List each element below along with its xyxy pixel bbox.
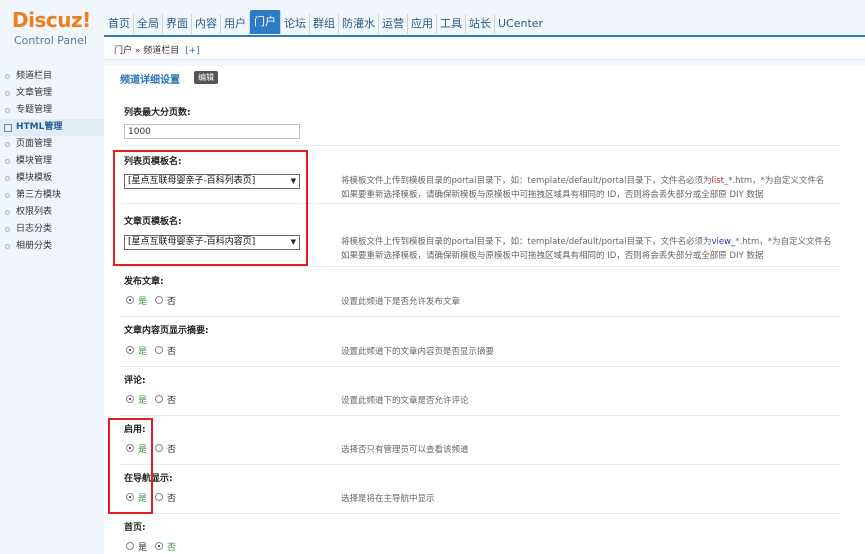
sidebar-item-topics[interactable]: 专题管理 [0,102,104,119]
divider [120,266,840,267]
radio-no[interactable] [155,493,164,501]
nav-tools[interactable]: 工具 [437,14,466,34]
header: Discuz! Control Panel 首页 全局 界面 内容 用户 门户 … [0,0,865,66]
sidebar-item-label: 页面管理 [16,139,53,149]
radio-no[interactable] [155,542,164,550]
nav-group[interactable]: 群组 [310,14,339,34]
radio-no[interactable] [155,296,164,304]
radio-yes[interactable] [126,346,134,354]
sidebar-item-html[interactable]: HTML管理 [0,119,104,136]
nav-forum[interactable]: 论坛 [281,14,310,34]
bullet-icon [5,159,10,164]
divider [120,415,840,416]
radio-yes[interactable] [126,542,134,550]
setting-tip: 设置此频道下的文章内容页是否显示摘要 [341,347,495,357]
sidebar-item-pages[interactable]: 页面管理 [0,136,104,153]
bullet-icon [5,91,10,96]
bullet-icon [5,74,10,79]
breadcrumb-add-link[interactable]: [+] [185,46,200,56]
nav-global[interactable]: 全局 [134,14,163,34]
setting-tip: 选择否只有管理员可以查看该频道 [341,445,469,455]
breadcrumb-path[interactable]: 门户 » 频道栏目 [114,46,179,56]
comments-radio-group: 是 否 [126,393,176,406]
publish-radio-group: 是 否 [126,294,176,307]
radio-no[interactable] [155,444,164,452]
setting-label: 文章内容页显示摘要: [124,326,209,336]
setting-label: 发布文章: [124,277,164,287]
list-template-tip: 将模板文件上传到模板目录的portal目录下，如：template/defaul… [341,176,825,200]
highlight-box-templates [113,150,308,266]
divider [120,513,840,514]
radio-yes[interactable] [126,296,134,304]
max-pages-label: 列表最大分页数: [124,108,191,118]
nav-content[interactable]: 内容 [192,14,221,34]
sidebar-item-label: 模块管理 [16,156,53,166]
sidebar-item-label: 相册分类 [16,241,53,251]
sidebar-item-articles[interactable]: 文章管理 [0,85,104,102]
top-navigation: 首页 全局 界面 内容 用户 门户 论坛 群组 防灌水 运营 应用 工具 站长 … [105,10,546,34]
external-link-icon [4,123,12,132]
setting-tip: 设置此频道下是否允许发布文章 [341,297,461,307]
sidebar-item-label: 日志分类 [16,224,53,234]
nav-home[interactable]: 首页 [105,14,134,34]
radio-yes[interactable] [126,395,134,403]
sidebar-item-block-templates[interactable]: 模块模板 [0,170,104,187]
sidebar-item-third-party-blocks[interactable]: 第三方模块 [0,187,104,204]
sidebar-item-blog-categories[interactable]: 日志分类 [0,221,104,238]
bullet-icon [5,210,10,215]
setting-label: 评论: [124,376,146,386]
sidebar-item-blocks[interactable]: 模块管理 [0,153,104,170]
bullet-icon [5,142,10,147]
bullet-icon [5,244,10,249]
main-content: 频道详细设置 编辑 列表最大分页数: 列表页模板名: [星点互联母婴亲子-百科列… [104,61,865,554]
max-pages-input[interactable] [124,124,300,139]
divider [120,145,840,146]
section-title: 频道详细设置 [120,75,180,86]
sidebar-item-label: 第三方模块 [16,190,62,200]
homepage-radio-group: 是 否 [126,540,176,553]
setting-tip: 设置此频道下的文章是否允许评论 [341,396,469,406]
divider [120,316,840,317]
nav-operation[interactable]: 运营 [379,14,408,34]
bullet-icon [5,193,10,198]
sidebar-item-label: 频道栏目 [16,71,53,81]
nav-ucenter[interactable]: UCenter [495,14,546,34]
bullet-icon [5,176,10,181]
logo[interactable]: Discuz! Control Panel [0,0,104,66]
divider [120,366,840,367]
summary-radio-group: 是 否 [126,344,176,357]
logo-subtitle: Control Panel [14,34,87,47]
breadcrumb-bar: 门户 » 频道栏目 [+] [104,35,865,60]
sidebar-item-label: 专题管理 [16,105,53,115]
sidebar: 频道栏目 文章管理 专题管理 HTML管理 页面管理 模块管理 模块模板 第三方… [0,66,104,554]
sidebar-item-permissions[interactable]: 权限列表 [0,204,104,221]
nav-antispam[interactable]: 防灌水 [339,14,379,34]
highlight-box-enabled-nav [108,418,153,514]
bullet-icon [5,227,10,232]
nav-app[interactable]: 应用 [408,14,437,34]
sidebar-item-album-categories[interactable]: 相册分类 [0,238,104,255]
setting-label: 首页: [124,523,146,533]
radio-no[interactable] [155,395,164,403]
breadcrumb: 门户 » 频道栏目 [+] [114,43,200,56]
sidebar-item-label: HTML管理 [16,122,63,132]
radio-no[interactable] [155,346,164,354]
bullet-icon [5,108,10,113]
sidebar-item-channel[interactable]: 频道栏目 [0,68,104,85]
setting-tip: 选择是将在主导航中显示 [341,494,435,504]
edit-button[interactable]: 编辑 [194,71,218,84]
sidebar-item-label: 模块模板 [16,173,53,183]
logo-brand: Discuz! [12,8,91,32]
sidebar-item-label: 权限列表 [16,207,53,217]
nav-founder[interactable]: 站长 [466,14,495,34]
nav-style[interactable]: 界面 [163,14,192,34]
nav-portal[interactable]: 门户 [250,10,281,34]
sidebar-item-label: 文章管理 [16,88,53,98]
article-template-tip: 将模板文件上传到模板目录的portal目录下，如：template/defaul… [341,237,832,261]
nav-user[interactable]: 用户 [221,14,250,34]
divider [120,464,840,465]
